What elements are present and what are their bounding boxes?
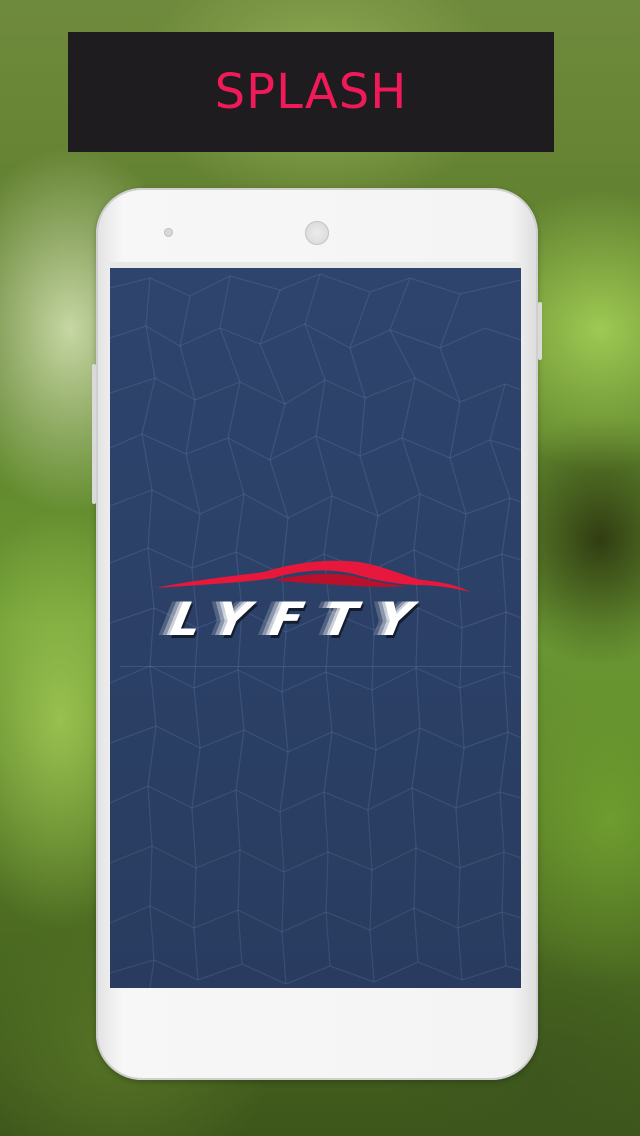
phone-mockup: LYFTY <box>92 188 542 1080</box>
power-button <box>538 302 542 360</box>
title-banner: SPLASH <box>68 32 554 152</box>
divider-line <box>120 666 511 667</box>
splash-screen[interactable]: LYFTY <box>110 268 521 988</box>
volume-button <box>92 364 96 504</box>
logo-text: LYFTY <box>166 592 440 646</box>
app-logo: LYFTY <box>154 558 474 648</box>
page-title: SPLASH <box>214 64 408 120</box>
proximity-sensor <box>164 228 173 237</box>
front-camera <box>305 221 329 245</box>
